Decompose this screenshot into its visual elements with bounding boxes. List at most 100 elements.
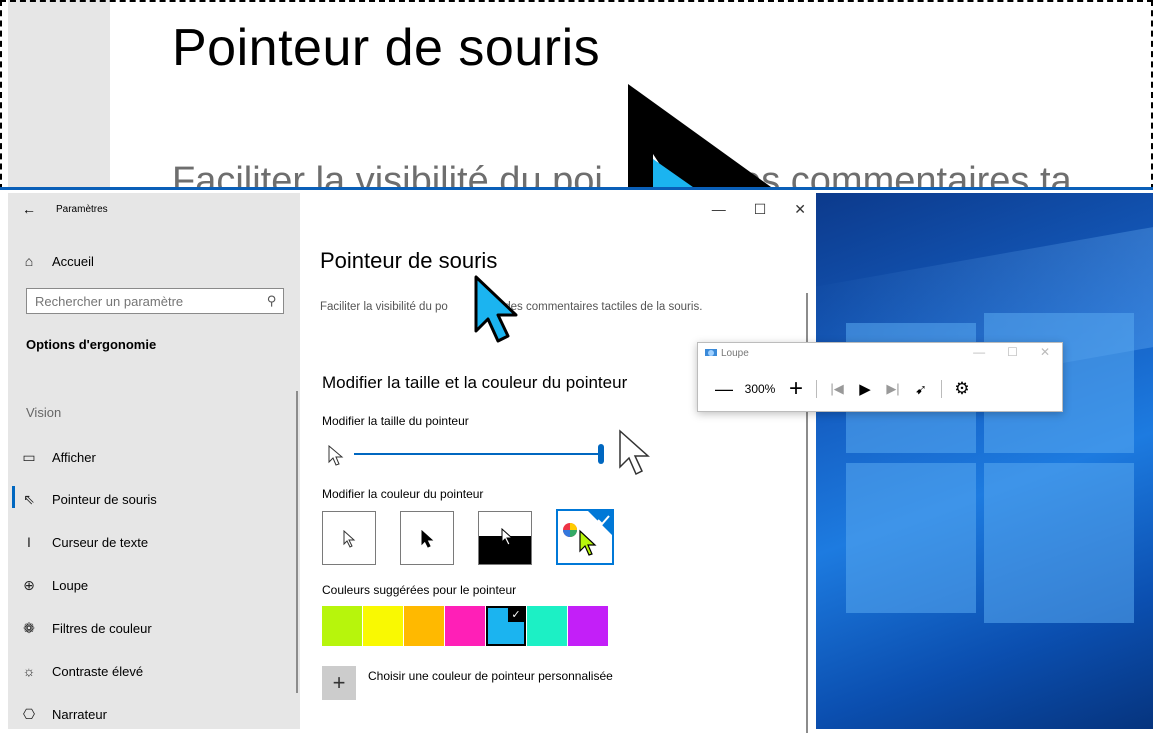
color-label: Modifier la couleur du pointeur bbox=[322, 487, 484, 501]
sidebar-item-label: Loupe bbox=[52, 578, 89, 593]
magnifier-controls: — 300% + |◀ ▶ ▶| ➹ ⚙ bbox=[710, 375, 976, 403]
search-icon[interactable]: ⚲ bbox=[267, 293, 277, 309]
magnifier-toolbar: Loupe — ☐ ✕ — 300% + |◀ ▶ ▶| ➹ ⚙ bbox=[697, 342, 1063, 412]
play-icon[interactable]: ▶ bbox=[851, 380, 879, 398]
window-controls: — ☐ ✕ bbox=[712, 201, 806, 218]
small-pointer-icon bbox=[328, 445, 344, 466]
swatch-check-icon: ✓ bbox=[508, 608, 524, 622]
wallpaper-window-pane bbox=[984, 463, 1134, 623]
sidebar-item-label: Afficher bbox=[52, 450, 96, 465]
text-cursor-icon: I bbox=[27, 534, 31, 550]
pointer-color-inverted[interactable] bbox=[478, 511, 532, 565]
zoom-out-button[interactable]: — bbox=[710, 379, 738, 400]
active-indicator bbox=[12, 486, 15, 508]
mouse-cursor-icon bbox=[474, 275, 518, 343]
close-button[interactable]: ✕ bbox=[794, 201, 806, 218]
slider-track[interactable] bbox=[354, 453, 600, 455]
mouse-pointer-icon: ⇖ bbox=[23, 491, 35, 507]
lens-divider bbox=[0, 187, 1153, 190]
magnified-sidebar bbox=[8, 0, 110, 190]
maximize-button[interactable]: ☐ bbox=[754, 201, 767, 218]
display-icon: ▭ bbox=[22, 449, 36, 465]
sidebar-item-color-filters[interactable]: ❁ Filtres de couleur bbox=[20, 620, 152, 637]
magnifier-lens-view: Pointeur de souris Faciliter la visibili… bbox=[0, 0, 1153, 190]
read-from-pointer-icon[interactable]: ➹ bbox=[907, 381, 935, 398]
section-title: Modifier la taille et la couleur du poin… bbox=[322, 373, 628, 392]
pointer-size-slider[interactable] bbox=[322, 429, 650, 476]
custom-color-label[interactable]: Choisir une couleur de pointeur personna… bbox=[368, 669, 613, 683]
magnifier-minimize-button[interactable]: — bbox=[973, 345, 985, 359]
color-swatch[interactable] bbox=[322, 606, 362, 646]
inverted-pointer-icon bbox=[501, 528, 514, 546]
sidebar-item-label: Pointeur de souris bbox=[52, 492, 157, 507]
magnifier-icon: ⊕ bbox=[23, 577, 35, 593]
description-part-2: des commentaires tactiles de la souris. bbox=[504, 301, 703, 313]
zoom-in-button[interactable]: + bbox=[782, 375, 810, 403]
settings-window: ← Paramètres ⌂ Accueil ⚲ Options d'ergon… bbox=[8, 193, 816, 733]
magnifier-app-icon bbox=[705, 349, 717, 356]
settings-gear-icon[interactable]: ⚙ bbox=[948, 379, 976, 399]
search-input[interactable] bbox=[27, 289, 263, 313]
desktop-wallpaper bbox=[816, 193, 1153, 729]
sidebar-item-high-contrast[interactable]: ☼ Contraste élevé bbox=[20, 663, 143, 679]
next-icon[interactable]: ▶| bbox=[879, 381, 907, 397]
magnifier-title: Loupe bbox=[704, 348, 749, 359]
magnified-page-title: Pointeur de souris bbox=[172, 19, 601, 77]
magnified-cursor-icon bbox=[628, 84, 776, 190]
suggested-colors-label: Couleurs suggérées pour le pointeur bbox=[322, 583, 517, 597]
lens-border bbox=[0, 0, 2, 190]
narrator-icon: ⎔ bbox=[22, 706, 36, 722]
app-title: Paramètres bbox=[56, 203, 108, 215]
separator bbox=[816, 380, 817, 398]
slider-thumb[interactable] bbox=[598, 444, 604, 464]
back-row: ← Paramètres bbox=[22, 201, 108, 217]
magnified-page-description: Faciliter la visibilité du poi des comme… bbox=[172, 160, 1072, 190]
sidebar-item-narrator[interactable]: ⎔ Narrateur bbox=[20, 706, 107, 723]
custom-color-check-icon bbox=[563, 511, 614, 556]
sidebar-item-home[interactable]: ⌂ Accueil bbox=[20, 253, 94, 269]
color-filter-icon: ❁ bbox=[23, 620, 35, 636]
pointer-color-white[interactable] bbox=[322, 511, 376, 565]
search-box[interactable]: ⚲ bbox=[26, 288, 284, 314]
color-swatch[interactable]: ✓ bbox=[486, 606, 526, 646]
back-arrow-icon[interactable]: ← bbox=[22, 201, 36, 217]
sidebar-item-label: Filtres de couleur bbox=[52, 621, 152, 636]
sidebar-item-label: Contraste élevé bbox=[52, 663, 144, 679]
brightness-icon: ☼ bbox=[22, 663, 36, 679]
color-swatch[interactable] bbox=[527, 606, 567, 646]
wallpaper-window-pane bbox=[846, 463, 976, 613]
minimize-button[interactable]: — bbox=[712, 201, 726, 218]
white-pointer-icon bbox=[343, 530, 356, 548]
color-swatch[interactable] bbox=[568, 606, 608, 646]
sidebar-scrollbar[interactable] bbox=[296, 391, 298, 693]
section-label-vision: Vision bbox=[26, 405, 62, 420]
black-pointer-icon bbox=[421, 530, 434, 548]
page-description: Faciliter la visibilité du po des commen… bbox=[320, 299, 740, 315]
lens-border bbox=[0, 0, 1153, 2]
home-icon: ⌂ bbox=[24, 253, 34, 269]
color-swatch[interactable] bbox=[404, 606, 444, 646]
previous-icon[interactable]: |◀ bbox=[823, 381, 851, 397]
pointer-color-black[interactable] bbox=[400, 511, 454, 565]
custom-color-button[interactable]: + bbox=[322, 666, 356, 700]
sidebar-item-label: Accueil bbox=[52, 253, 94, 269]
magnifier-window-controls: — ☐ ✕ bbox=[973, 345, 1050, 359]
sidebar-item-mouse-pointer[interactable]: ⇖ Pointeur de souris bbox=[20, 491, 157, 508]
large-pointer-icon bbox=[619, 429, 650, 476]
sidebar-item-text-cursor[interactable]: I Curseur de texte bbox=[20, 534, 148, 550]
sidebar-item-label: Narrateur bbox=[52, 707, 107, 722]
page-title: Pointeur de souris bbox=[320, 248, 498, 273]
color-swatch[interactable] bbox=[363, 606, 403, 646]
sidebar-item-magnifier[interactable]: ⊕ Loupe bbox=[20, 577, 88, 594]
pointer-color-custom[interactable] bbox=[556, 509, 614, 565]
zoom-level: 300% bbox=[744, 382, 776, 396]
settings-sidebar: ← Paramètres ⌂ Accueil ⚲ Options d'ergon… bbox=[8, 193, 300, 729]
separator bbox=[941, 380, 942, 398]
color-swatch[interactable] bbox=[445, 606, 485, 646]
magnifier-title-text: Loupe bbox=[721, 348, 749, 359]
sidebar-item-label: Curseur de texte bbox=[52, 534, 149, 550]
magnifier-close-button[interactable]: ✕ bbox=[1040, 345, 1050, 359]
sidebar-item-display[interactable]: ▭ Afficher bbox=[20, 449, 96, 466]
magnifier-maximize-button[interactable]: ☐ bbox=[1007, 345, 1018, 359]
settings-main: — ☐ ✕ Pointeur de souris Faciliter la vi… bbox=[300, 193, 816, 733]
